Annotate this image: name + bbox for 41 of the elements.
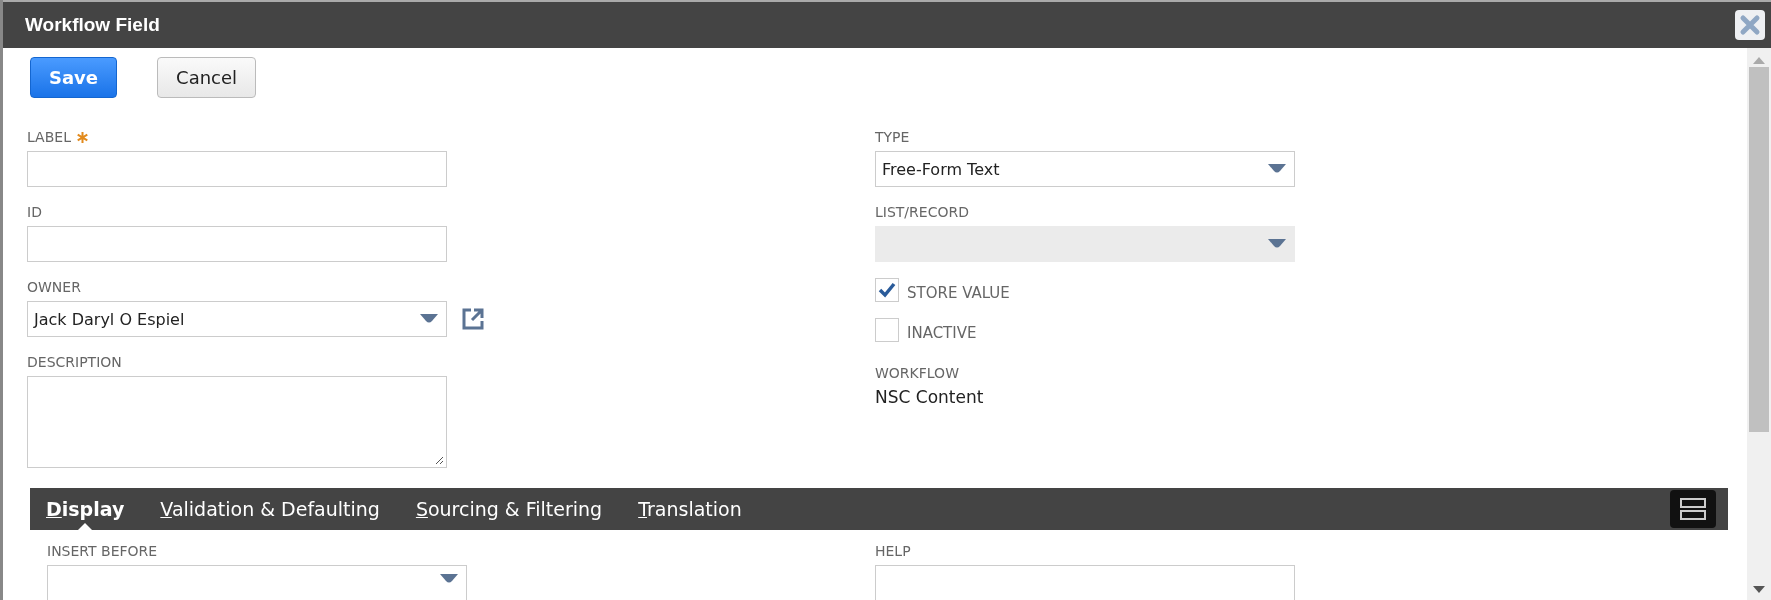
checkbox[interactable] [875, 278, 899, 302]
stacked-rows-icon [1679, 497, 1707, 521]
scrollbar[interactable] [1747, 48, 1771, 600]
caret-icon [420, 314, 438, 324]
field-label: HELP [875, 542, 911, 560]
textarea-field[interactable] [27, 376, 447, 468]
field-label: LIST/RECORD [875, 203, 969, 221]
dropdown-field[interactable] [47, 565, 467, 600]
text-input[interactable] [27, 226, 447, 262]
dropdown-field[interactable]: Free-Form Text [875, 151, 1295, 187]
open-link-icon[interactable] [461, 307, 485, 331]
field-label: ID [27, 203, 42, 221]
text-input[interactable] [27, 151, 447, 187]
window-title: Workflow Field [25, 14, 160, 36]
layout-toggle-button[interactable] [1670, 490, 1716, 528]
caret-icon [440, 574, 458, 584]
field-label: INSERT BEFORE [47, 542, 158, 560]
field-label: DESCRIPTION [27, 353, 122, 371]
checkbox-label: INACTIVE [907, 324, 977, 342]
field-label: TYPE [875, 128, 910, 146]
close-button[interactable] [1735, 10, 1765, 40]
checkbox[interactable] [875, 318, 899, 342]
scroll-up-icon[interactable] [1753, 56, 1765, 64]
field-label: WORKFLOW [875, 364, 959, 382]
dropdown-field[interactable]: Jack Daryl O Espiel [27, 301, 447, 337]
scroll-down-icon[interactable] [1753, 586, 1765, 594]
save-button[interactable]: Save [30, 57, 118, 98]
checkbox-label: STORE VALUE [907, 284, 1010, 302]
scrollbar-thumb[interactable] [1749, 67, 1769, 432]
field-label: LABEL [27, 128, 71, 146]
field-label: OWNER [27, 278, 81, 296]
cancel-button[interactable]: Cancel [157, 57, 257, 98]
resize-handle-icon[interactable] [435, 456, 444, 465]
text-input[interactable] [875, 565, 1295, 600]
tab[interactable]: Display [46, 488, 125, 530]
field-value: NSC Content [875, 387, 985, 407]
tab[interactable]: Translation [638, 488, 742, 530]
caret-icon [1268, 239, 1286, 249]
caret-icon [1268, 164, 1286, 174]
tab[interactable]: Sourcing & Filtering [415, 488, 603, 530]
tab[interactable]: Validation & Defaulting [160, 488, 380, 530]
